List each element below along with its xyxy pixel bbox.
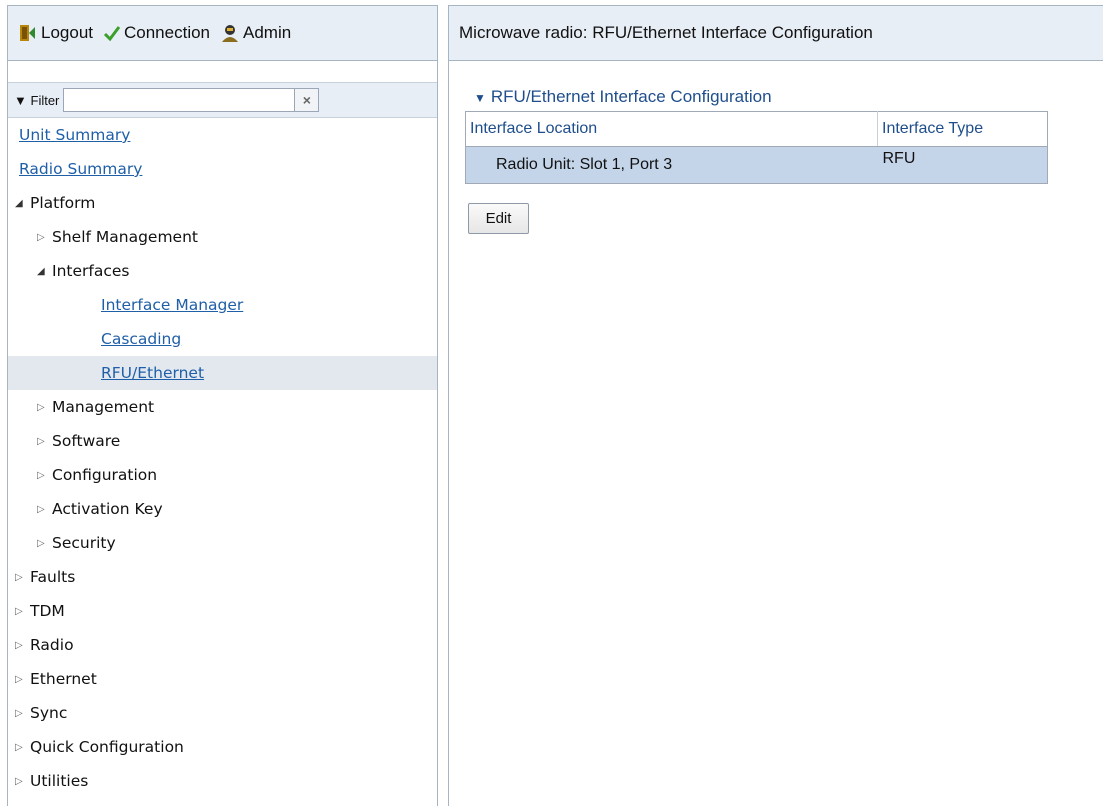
tree-item-label: Shelf Management bbox=[52, 228, 198, 246]
tree-item-utilities[interactable]: ▷ Utilities bbox=[8, 764, 437, 798]
tree-item-quick-configuration[interactable]: ▷ Quick Configuration bbox=[8, 730, 437, 764]
tree-item-configuration[interactable]: ▷ Configuration bbox=[8, 458, 437, 492]
collapsed-arrow-icon[interactable]: ▷ bbox=[15, 572, 27, 583]
tree-item-interfaces[interactable]: ◢ Interfaces bbox=[8, 254, 437, 288]
logout-icon bbox=[20, 25, 35, 41]
triangle-down-icon: ▼ bbox=[474, 91, 486, 105]
navigation-tree: Unit Summary Radio Summary ◢ Platform ▷ … bbox=[8, 118, 437, 798]
checkmark-icon bbox=[103, 26, 121, 42]
collapsed-arrow-icon[interactable]: ▷ bbox=[15, 742, 27, 753]
tree-item-unit-summary[interactable]: Unit Summary bbox=[8, 118, 437, 152]
page-title: Microwave radio: RFU/Ethernet Interface … bbox=[449, 6, 1103, 61]
tree-item-tdm[interactable]: ▷ TDM bbox=[8, 594, 437, 628]
collapsed-arrow-icon[interactable]: ▷ bbox=[37, 402, 49, 413]
edit-button[interactable]: Edit bbox=[468, 203, 529, 234]
tree-item-activation-key[interactable]: ▷ Activation Key bbox=[8, 492, 437, 526]
logout-button[interactable]: Logout bbox=[18, 23, 93, 43]
collapsed-arrow-icon[interactable]: ▷ bbox=[37, 538, 49, 549]
close-icon: × bbox=[302, 92, 311, 108]
triangle-down-icon: ▼ bbox=[14, 92, 27, 108]
tree-item-label: Software bbox=[52, 432, 121, 450]
tree-item-interface-manager[interactable]: Interface Manager bbox=[8, 288, 437, 322]
tree-item-label: Utilities bbox=[30, 772, 89, 790]
tree-item-management[interactable]: ▷ Management bbox=[8, 390, 437, 424]
tree-item-label[interactable]: Unit Summary bbox=[19, 126, 130, 144]
interface-table: Interface Location Interface Type Radio … bbox=[465, 111, 1048, 184]
tree-item-label: Quick Configuration bbox=[30, 738, 184, 756]
collapsed-arrow-icon[interactable]: ▷ bbox=[15, 776, 27, 787]
collapsed-arrow-icon[interactable]: ▷ bbox=[15, 606, 27, 617]
tree-item-label: Management bbox=[52, 398, 155, 416]
tree-item-label: TDM bbox=[30, 602, 65, 620]
tree-item-label: Security bbox=[52, 534, 116, 552]
tree-item-radio-summary[interactable]: Radio Summary bbox=[8, 152, 437, 186]
collapsed-arrow-icon[interactable]: ▷ bbox=[37, 436, 49, 447]
tree-item-label: Faults bbox=[30, 568, 76, 586]
tree-item-ethernet[interactable]: ▷ Ethernet bbox=[8, 662, 437, 696]
tree-item-security[interactable]: ▷ Security bbox=[8, 526, 437, 560]
tree-item-sync[interactable]: ▷ Sync bbox=[8, 696, 437, 730]
tree-item-label[interactable]: Radio Summary bbox=[19, 160, 142, 178]
filter-input[interactable] bbox=[63, 88, 296, 112]
tree-item-faults[interactable]: ▷ Faults bbox=[8, 560, 437, 594]
filter-label: Filter bbox=[30, 92, 60, 108]
cell-interface-type: RFU bbox=[877, 146, 1048, 184]
tree-item-label: Interfaces bbox=[52, 262, 130, 280]
clear-filter-button[interactable]: × bbox=[295, 88, 320, 112]
tree-item-rfu-ethernet[interactable]: RFU/Ethernet bbox=[8, 356, 437, 390]
tree-item-label: Sync bbox=[30, 704, 68, 722]
collapsed-arrow-icon[interactable]: ▷ bbox=[15, 674, 27, 685]
admin-user[interactable]: Admin bbox=[220, 23, 291, 43]
collapsed-arrow-icon[interactable]: ▷ bbox=[37, 232, 49, 243]
collapsed-arrow-icon[interactable]: ▷ bbox=[37, 470, 49, 481]
user-icon bbox=[222, 25, 239, 42]
tree-item-label[interactable]: Cascading bbox=[101, 330, 181, 348]
tree-item-label: Activation Key bbox=[52, 500, 163, 518]
filter-toggle[interactable]: ▼ Filter bbox=[14, 93, 59, 108]
tree-item-radio[interactable]: ▷ Radio bbox=[8, 628, 437, 662]
content-panel: Microwave radio: RFU/Ethernet Interface … bbox=[448, 5, 1103, 806]
tree-item-label: Radio bbox=[30, 636, 74, 654]
section-header[interactable]: ▼ RFU/Ethernet Interface Configuration bbox=[474, 87, 772, 107]
section-title-label: RFU/Ethernet Interface Configuration bbox=[490, 87, 772, 106]
tree-item-label[interactable]: RFU/Ethernet bbox=[101, 364, 204, 382]
cell-interface-location: Radio Unit: Slot 1, Port 3 bbox=[465, 146, 878, 184]
expanded-arrow-icon[interactable]: ◢ bbox=[15, 198, 27, 209]
logout-label: Logout bbox=[41, 23, 93, 42]
tree-item-software[interactable]: ▷ Software bbox=[8, 424, 437, 458]
session-toolbar: Logout Connection Admin bbox=[8, 6, 437, 61]
tree-item-shelf-management[interactable]: ▷ Shelf Management bbox=[8, 220, 437, 254]
table-row[interactable]: Radio Unit: Slot 1, Port 3 RFU bbox=[465, 146, 1048, 184]
filter-bar: ▼ Filter × bbox=[8, 82, 437, 118]
navigation-panel: Logout Connection Admin ▼ Filter × Unit … bbox=[7, 5, 438, 806]
column-header-interface-type[interactable]: Interface Type bbox=[877, 111, 1048, 147]
tree-item-label: Platform bbox=[30, 194, 96, 212]
tree-item-label: Ethernet bbox=[30, 670, 97, 688]
admin-label: Admin bbox=[243, 23, 292, 42]
expanded-arrow-icon[interactable]: ◢ bbox=[37, 266, 49, 277]
connection-label: Connection bbox=[124, 23, 211, 42]
table-header-row: Interface Location Interface Type bbox=[465, 111, 1048, 147]
collapsed-arrow-icon[interactable]: ▷ bbox=[15, 708, 27, 719]
tree-item-cascading[interactable]: Cascading bbox=[8, 322, 437, 356]
connection-status[interactable]: Connection bbox=[103, 23, 210, 43]
tree-item-platform[interactable]: ◢ Platform bbox=[8, 186, 437, 220]
tree-item-label[interactable]: Interface Manager bbox=[101, 296, 243, 314]
collapsed-arrow-icon[interactable]: ▷ bbox=[15, 640, 27, 651]
tree-item-label: Configuration bbox=[52, 466, 158, 484]
collapsed-arrow-icon[interactable]: ▷ bbox=[37, 504, 49, 515]
column-header-interface-location[interactable]: Interface Location bbox=[465, 111, 878, 147]
